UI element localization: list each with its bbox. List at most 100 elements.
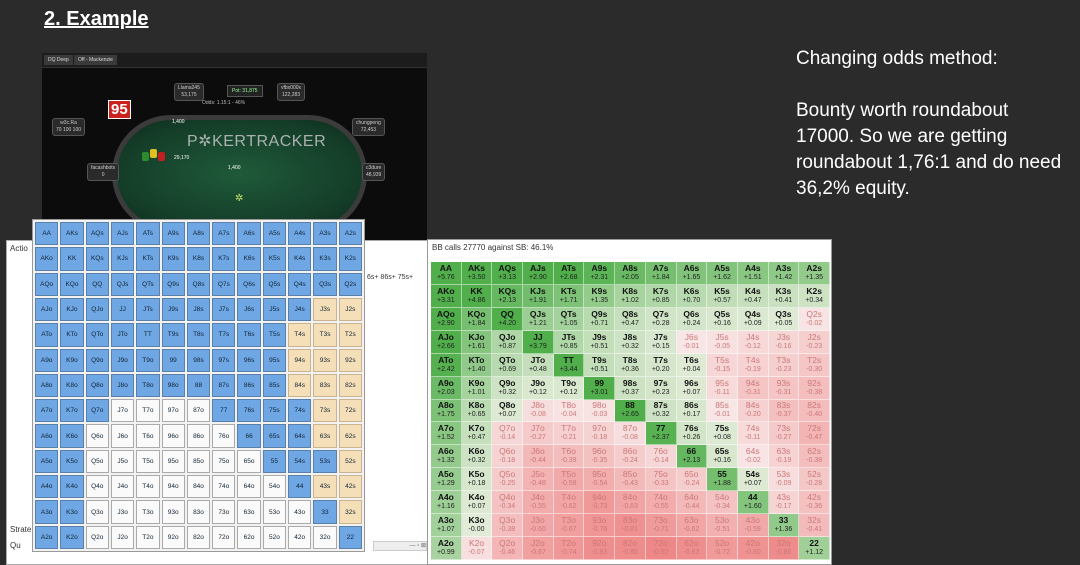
range-cell[interactable]: A9o — [35, 348, 59, 372]
equity-cell[interactable]: K8o +0.65 — [461, 399, 493, 423]
equity-cell[interactable]: A2s +1.35 — [799, 262, 830, 285]
range-cell[interactable]: T4s — [288, 323, 312, 347]
equity-cell[interactable]: 99 +3.01 — [584, 376, 616, 400]
range-cell[interactable]: KQs — [85, 247, 109, 271]
equity-cell[interactable]: 65o -0.24 — [676, 468, 708, 492]
equity-cell[interactable]: Q2o -0.46 — [492, 537, 524, 560]
equity-cell[interactable]: J8s +0.32 — [615, 330, 646, 354]
range-cell[interactable]: Q8s — [186, 272, 211, 296]
equity-cell[interactable]: 75s +0.08 — [707, 422, 738, 446]
range-cell[interactable]: K3s — [313, 247, 337, 271]
equity-cell[interactable]: K9s +1.35 — [584, 284, 616, 308]
range-cell[interactable]: 93o — [161, 500, 185, 524]
equity-cell[interactable]: KK +4.86 — [461, 284, 493, 308]
equity-cell[interactable]: J4o -0.55 — [523, 491, 554, 515]
equity-cell[interactable]: J3s -0.16 — [768, 330, 800, 354]
range-cell[interactable]: K4o — [60, 475, 84, 499]
equity-cell[interactable]: 64o -0.44 — [676, 491, 708, 515]
equity-cell[interactable]: 73s -0.27 — [768, 422, 800, 446]
equity-cell[interactable]: 94o -0.73 — [584, 491, 616, 515]
equity-cell[interactable]: K4o +0.07 — [461, 491, 493, 515]
equity-cell[interactable]: 93o -0.76 — [584, 514, 616, 538]
range-cell[interactable]: 74s — [288, 399, 312, 423]
equity-cell[interactable]: K5s +0.57 — [707, 284, 738, 308]
equity-cell[interactable]: A7s +1.84 — [645, 262, 677, 285]
range-cell[interactable]: 65s — [262, 424, 287, 448]
range-cell[interactable]: 82s — [338, 373, 362, 398]
equity-cell[interactable]: Q8o +0.07 — [492, 399, 524, 423]
range-cell[interactable]: A6o — [35, 424, 59, 448]
equity-cell[interactable]: QQ +4.20 — [492, 307, 524, 331]
equity-cell[interactable]: K2o -0.07 — [461, 537, 493, 560]
equity-cell[interactable]: 42o -0.80 — [737, 537, 769, 560]
range-cell[interactable]: K4s — [288, 247, 312, 271]
range-cell[interactable]: T9o — [136, 348, 160, 372]
range-cell[interactable]: T2s — [338, 323, 362, 347]
equity-cell[interactable]: T7s +0.20 — [645, 353, 677, 377]
range-cell[interactable]: 85s — [262, 373, 287, 398]
window-scrollbar[interactable]: — ▫ ⊠ — [373, 541, 427, 551]
range-cell[interactable]: QJs — [110, 272, 135, 296]
equity-cell[interactable]: J9s +0.51 — [584, 330, 616, 354]
equity-cell[interactable]: QTo +0.69 — [492, 353, 524, 377]
equity-cell[interactable]: A6s +1.65 — [676, 262, 708, 285]
equity-cell[interactable]: 97s +0.23 — [645, 376, 677, 400]
range-cell[interactable]: 52s — [338, 449, 362, 474]
range-cell[interactable]: 83o — [186, 500, 211, 524]
range-cell[interactable]: 93s — [313, 348, 337, 372]
range-cell[interactable]: K9s — [161, 247, 185, 271]
equity-cell[interactable]: JTo +0.48 — [523, 353, 554, 377]
equity-cell[interactable]: K3o -0.00 — [461, 514, 493, 538]
range-cell[interactable]: J2o — [110, 525, 135, 549]
range-cell[interactable]: Q9o — [85, 348, 109, 372]
equity-cell[interactable]: J8o -0.08 — [523, 399, 554, 423]
range-cell[interactable]: 22 — [338, 525, 362, 549]
range-cell[interactable]: KQo — [60, 272, 84, 296]
range-cell[interactable]: 99 — [161, 348, 185, 372]
equity-cell[interactable]: 94s -0.31 — [737, 376, 769, 400]
equity-cell[interactable]: 96s +0.07 — [676, 376, 708, 400]
range-cell[interactable]: 72o — [212, 525, 236, 549]
range-cell[interactable]: J9o — [110, 348, 135, 372]
equity-cell[interactable]: 54o -0.34 — [707, 491, 738, 515]
equity-cell[interactable]: 86s +0.17 — [676, 399, 708, 423]
equity-cell[interactable]: A4s +1.51 — [737, 262, 769, 285]
equity-cell[interactable]: T2s -0.30 — [799, 353, 830, 377]
equity-cell[interactable]: 63s -0.19 — [768, 445, 800, 469]
range-cell[interactable]: A3o — [35, 500, 59, 524]
range-cell[interactable]: 63o — [237, 500, 261, 524]
range-cell[interactable]: A4s — [288, 222, 312, 246]
range-cell[interactable]: 44 — [288, 475, 312, 499]
equity-cell[interactable]: T9o +0.12 — [553, 376, 585, 400]
range-cell[interactable]: Q7s — [212, 272, 236, 296]
range-cell[interactable]: JTs — [136, 297, 160, 322]
range-cell[interactable]: Q5o — [85, 449, 109, 474]
range-cell[interactable]: TT — [136, 323, 160, 347]
equity-cell[interactable]: T5s -0.15 — [707, 353, 738, 377]
range-cell[interactable]: Q6o — [85, 424, 109, 448]
equity-cell[interactable]: QJs +1.21 — [523, 307, 554, 331]
range-cell[interactable]: A7s — [212, 222, 236, 246]
range-cell[interactable]: T7s — [212, 323, 236, 347]
range-cell[interactable]: 54s — [288, 449, 312, 474]
equity-cell[interactable]: 98s +0.37 — [615, 376, 646, 400]
equity-cell[interactable]: T4o -0.62 — [553, 491, 585, 515]
range-cell[interactable]: 77 — [212, 399, 236, 423]
range-cell[interactable]: K6o — [60, 424, 84, 448]
range-cell[interactable]: J7o — [110, 399, 135, 423]
range-cell[interactable]: KTs — [136, 247, 160, 271]
equity-cell[interactable]: T5o -0.58 — [553, 468, 585, 492]
range-cell[interactable]: 98o — [161, 373, 185, 398]
range-cell[interactable]: Q2s — [338, 272, 362, 296]
equity-cell[interactable]: 72o -0.92 — [645, 537, 677, 560]
range-cell[interactable]: J4s — [288, 297, 312, 322]
range-cell[interactable]: T5o — [136, 449, 160, 474]
equity-cell[interactable]: J7o -0.27 — [523, 422, 554, 446]
range-cell[interactable]: 74o — [212, 475, 236, 499]
range-cell[interactable]: AKs — [60, 222, 84, 246]
range-cell[interactable]: QQ — [85, 272, 109, 296]
equity-cell[interactable]: 92o -0.83 — [584, 537, 616, 560]
equity-cell[interactable]: 44 +1.60 — [737, 491, 769, 515]
range-cell[interactable]: ATo — [35, 323, 59, 347]
equity-cell[interactable]: Q2s -0.02 — [799, 307, 830, 331]
